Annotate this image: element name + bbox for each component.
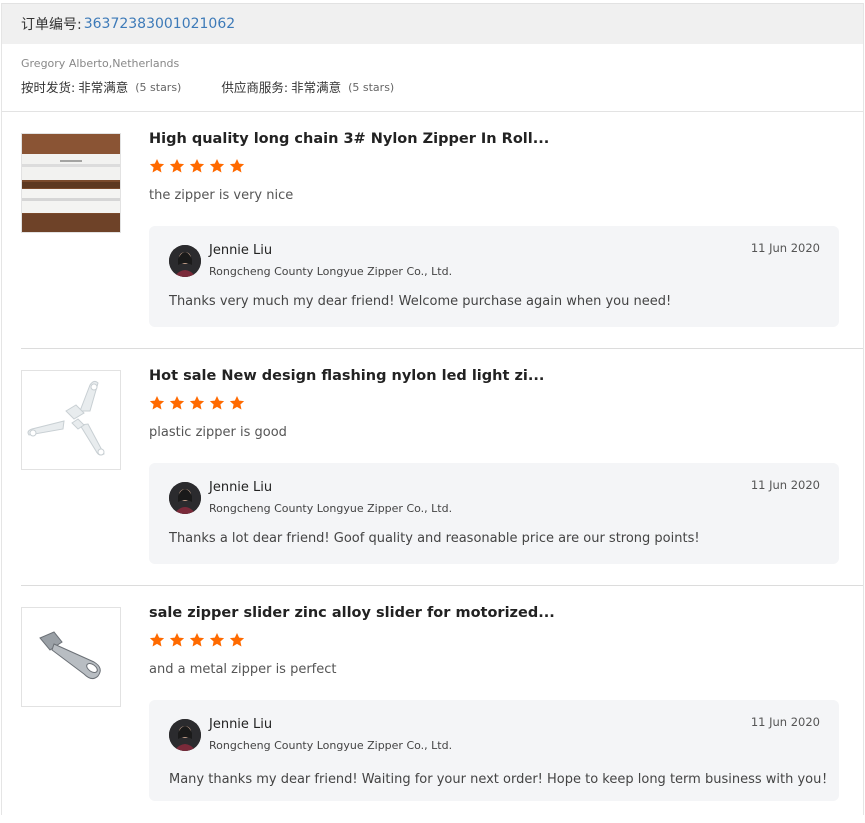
rating-supplier-service: 供应商服务: 非常满意 (5 stars) <box>221 78 394 98</box>
reply-company: Rongcheng County Longyue Zipper Co., Ltd… <box>209 739 453 752</box>
avatar <box>169 245 201 277</box>
zipper-sliders-image[interactable] <box>21 370 121 470</box>
rating-count: (5 stars) <box>348 81 395 94</box>
reply-date: 11 Jun 2020 <box>750 241 820 255</box>
supplier-reply: Jennie Liu Rongcheng County Longyue Zipp… <box>149 226 839 327</box>
star-icon <box>169 633 185 647</box>
supplier-ratings: 按时发货: 非常满意 (5 stars) 供应商服务: 非常满意 (5 star… <box>21 78 841 98</box>
reply-message: Many thanks my dear friend! Waiting for … <box>169 772 835 787</box>
star-icon <box>209 633 225 647</box>
star-icon <box>149 633 165 647</box>
avatar <box>169 482 201 514</box>
product-title-link[interactable]: High quality long chain 3# Nylon Zipper … <box>149 131 829 147</box>
star-icon <box>149 159 165 173</box>
reply-date: 11 Jun 2020 <box>750 715 820 729</box>
zipper-roll-image[interactable] <box>21 133 121 233</box>
star-icon <box>149 396 165 410</box>
review-text: the zipper is very nice <box>149 188 294 203</box>
reply-date: 11 Jun 2020 <box>750 478 820 492</box>
reply-author-name: Jennie Liu <box>209 243 273 258</box>
star-rating <box>149 632 249 648</box>
star-icon <box>169 396 185 410</box>
review-text: plastic zipper is good <box>149 425 287 440</box>
metal-slider-image[interactable] <box>21 607 121 707</box>
star-rating <box>149 158 249 174</box>
reply-author-name: Jennie Liu <box>209 717 273 732</box>
star-rating <box>149 395 249 411</box>
reply-author-name: Jennie Liu <box>209 480 273 495</box>
star-icon <box>229 159 245 173</box>
star-icon <box>229 633 245 647</box>
product-title-link[interactable]: sale zipper slider zinc alloy slider for… <box>149 605 829 621</box>
reply-company: Rongcheng County Longyue Zipper Co., Ltd… <box>209 265 453 278</box>
rating-value: 非常满意 <box>78 80 129 95</box>
order-review-panel: 订单编号: 36372383001021062 Gregory Alberto,… <box>1 3 864 815</box>
star-icon <box>209 396 225 410</box>
order-header: 订单编号: 36372383001021062 <box>2 4 863 44</box>
review-text: and a metal zipper is perfect <box>149 662 337 677</box>
reply-company: Rongcheng County Longyue Zipper Co., Ltd… <box>209 502 453 515</box>
rating-on-time-delivery: 按时发货: 非常满意 (5 stars) <box>21 78 181 98</box>
order-number-label: 订单编号: <box>21 17 82 33</box>
supplier-reply: Jennie Liu Rongcheng County Longyue Zipp… <box>149 700 839 801</box>
buyer-info: Gregory Alberto,Netherlands 按时发货: 非常满意 (… <box>21 56 841 98</box>
rating-label: 供应商服务: <box>221 80 289 95</box>
product-title-link[interactable]: Hot sale New design flashing nylon led l… <box>149 368 829 384</box>
review-item: High quality long chain 3# Nylon Zipper … <box>2 112 863 349</box>
buyer-name: Gregory Alberto,Netherlands <box>21 57 180 70</box>
order-number-link[interactable]: 36372383001021062 <box>84 16 235 32</box>
star-icon <box>229 396 245 410</box>
rating-label: 按时发货: <box>21 80 76 95</box>
rating-value: 非常满意 <box>291 80 342 95</box>
star-icon <box>189 159 205 173</box>
reply-message: Thanks very much my dear friend! Welcome… <box>169 294 672 309</box>
star-icon <box>169 159 185 173</box>
supplier-reply: Jennie Liu Rongcheng County Longyue Zipp… <box>149 463 839 564</box>
rating-count: (5 stars) <box>135 81 182 94</box>
reply-message: Thanks a lot dear friend! Goof quality a… <box>169 531 700 546</box>
review-item: Hot sale New design flashing nylon led l… <box>2 349 863 586</box>
star-icon <box>189 396 205 410</box>
avatar <box>169 719 201 751</box>
star-icon <box>209 159 225 173</box>
review-item: sale zipper slider zinc alloy slider for… <box>2 586 863 823</box>
star-icon <box>189 633 205 647</box>
